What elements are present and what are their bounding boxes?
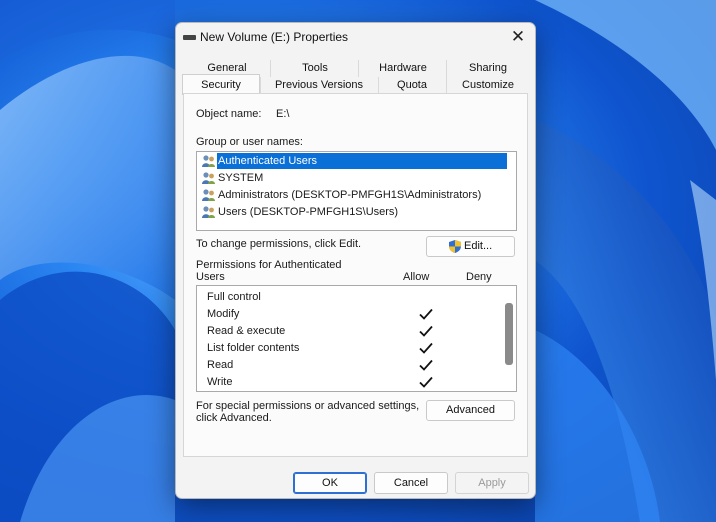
- tab-quota[interactable]: Quota: [378, 77, 445, 94]
- edit-button[interactable]: Edit...: [426, 236, 515, 257]
- advanced-hint-line2: click Advanced.: [196, 412, 272, 424]
- users-group-icon: [202, 189, 215, 201]
- permission-row: Read & execute: [207, 323, 497, 340]
- advanced-hint-line1: For special permissions or advanced sett…: [196, 400, 420, 412]
- permission-name: Write: [207, 376, 233, 388]
- checkmark-icon: [419, 325, 433, 337]
- users-group-icon: [202, 155, 215, 167]
- permission-row: List folder contents: [207, 340, 497, 357]
- tab-customize[interactable]: Customize: [446, 77, 529, 94]
- uac-shield-icon: [449, 240, 461, 253]
- change-permissions-hint: To change permissions, click Edit.: [196, 238, 362, 250]
- checkmark-icon: [419, 359, 433, 371]
- properties-dialog: New Volume (E:) Properties ✕ General Too…: [175, 22, 536, 499]
- group-list[interactable]: Authenticated Users SYSTEM Administrator…: [196, 151, 517, 231]
- permission-row: Modify: [207, 306, 497, 323]
- ok-button[interactable]: OK: [293, 472, 367, 494]
- deny-column-header: Deny: [466, 271, 492, 283]
- list-item[interactable]: Users (DESKTOP-PMFGH1S\Users): [200, 204, 513, 220]
- permissions-scrollbar[interactable]: [505, 303, 513, 365]
- tab-previous-versions[interactable]: Previous Versions: [260, 77, 377, 94]
- cancel-button[interactable]: Cancel: [374, 472, 448, 494]
- users-group-icon: [202, 172, 215, 184]
- checkmark-icon: [419, 308, 433, 320]
- group-list-label: Group or user names:: [196, 136, 303, 148]
- security-tab-panel: Object name: E:\ Group or user names: Au…: [183, 93, 528, 457]
- object-name-value: E:\: [276, 108, 290, 120]
- list-item[interactable]: SYSTEM: [200, 170, 513, 186]
- tab-sharing[interactable]: Sharing: [446, 60, 529, 77]
- checkmark-icon: [419, 342, 433, 354]
- title-bar[interactable]: New Volume (E:) Properties ✕: [176, 23, 535, 51]
- drive-icon: [183, 35, 196, 40]
- permissions-list[interactable]: Full control Modify Read & execute List …: [196, 285, 517, 392]
- permission-name: Full control: [207, 291, 261, 303]
- object-name-label: Object name:: [196, 108, 262, 120]
- tab-security[interactable]: Security: [182, 74, 260, 95]
- permissions-label-line1: Permissions for Authenticated: [196, 259, 342, 271]
- list-item-label: SYSTEM: [218, 172, 264, 184]
- permission-name: List folder contents: [207, 342, 300, 354]
- list-item[interactable]: Authenticated Users: [200, 153, 513, 169]
- allow-column-header: Allow: [403, 271, 430, 283]
- checkmark-icon: [419, 376, 433, 388]
- list-item-label: Administrators (DESKTOP-PMFGH1S\Administ…: [218, 189, 482, 201]
- permissions-label-line2: Users: [196, 271, 225, 283]
- tab-hardware[interactable]: Hardware: [358, 60, 447, 77]
- window-title: New Volume (E:) Properties: [200, 30, 349, 44]
- advanced-button[interactable]: Advanced: [426, 400, 515, 421]
- users-group-icon: [202, 206, 215, 218]
- permission-name: Modify: [207, 308, 240, 320]
- permission-row: Write: [207, 374, 497, 391]
- permission-name: Read & execute: [207, 325, 286, 337]
- permission-name: Read: [207, 359, 234, 371]
- list-item-label: Authenticated Users: [217, 153, 508, 169]
- permission-row: Full control: [207, 289, 497, 306]
- apply-button[interactable]: Apply: [455, 472, 529, 494]
- close-icon: ✕: [510, 27, 526, 46]
- list-item[interactable]: Administrators (DESKTOP-PMFGH1S\Administ…: [200, 187, 513, 203]
- list-item-label: Users (DESKTOP-PMFGH1S\Users): [218, 206, 399, 218]
- permission-row: Read: [207, 357, 497, 374]
- tab-tools[interactable]: Tools: [270, 60, 359, 77]
- edit-button-label: Edit...: [464, 240, 493, 252]
- close-button[interactable]: ✕: [505, 25, 531, 49]
